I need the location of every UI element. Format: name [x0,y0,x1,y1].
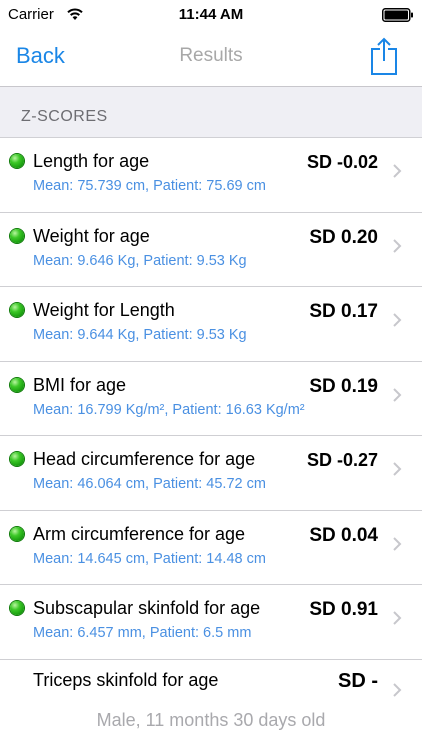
list-item[interactable]: Arm circumference for age Mean: 14.645 c… [0,511,422,585]
list-item[interactable]: Head circumference for age Mean: 46.064 … [0,436,422,511]
chevron-right-icon [393,313,402,327]
patient-summary-text: Male, 11 months 30 days old [96,710,326,730]
status-green-icon [10,377,24,392]
row-title: Length for age [33,151,150,171]
sd-value: SD -0.27 [306,450,378,470]
status-green-icon [10,601,24,615]
row-title: Triceps skinfold for age [33,669,219,690]
status-green-icon [10,526,24,541]
row-subtitle: Mean: 46.064 cm, Patient: 45.72 cm [33,476,266,492]
sd-value: SD 0.20 [309,226,378,248]
row-title: Head circumference for age [33,449,256,469]
chevron-right-icon [393,536,402,551]
section-header-label: Z-SCORES [21,108,108,125]
list-item[interactable]: BMI for age Mean: 16.799 Kg/m², Patient:… [0,362,422,436]
navigation-bar: Back Results [0,30,422,87]
sd-value: SD - [338,669,378,692]
zscore-list: Length for age Mean: 75.739 cm, Patient:… [0,138,422,720]
status-green-icon [10,303,24,317]
chevron-right-icon [393,462,402,476]
status-green-icon [10,154,24,168]
status-bar: Carrier 11:44 AM [0,0,422,30]
status-green-icon [10,228,24,243]
sd-value: SD 0.04 [309,524,378,546]
clock-label: 11:44 AM [178,6,244,23]
chevron-right-icon [393,682,402,697]
section-header: Z-SCORES [0,87,422,138]
list-item[interactable]: Subscapular skinfold for age Mean: 6.457… [0,585,422,660]
chevron-right-icon [393,164,402,178]
sd-value: SD 0.19 [309,375,378,397]
row-subtitle: Mean: 75.739 cm, Patient: 75.69 cm [33,178,266,194]
list-item[interactable]: Weight for Length Mean: 9.644 Kg, Patien… [0,287,422,362]
sd-value: SD 0.91 [309,599,378,620]
chevron-right-icon [393,387,402,402]
row-subtitle: Mean: 6.457 mm, Patient: 6.5 mm [33,625,252,641]
row-title: Subscapular skinfold for age [33,598,261,618]
row-subtitle: Mean: 9.644 Kg, Patient: 9.53 Kg [33,327,247,343]
back-button[interactable]: Back [16,43,65,69]
row-subtitle: Mean: 14.645 cm, Patient: 14.48 cm [33,550,266,567]
chevron-right-icon [393,238,402,253]
share-icon[interactable] [370,36,398,76]
row-title: Arm circumference for age [33,523,246,544]
chevron-right-icon [393,611,402,625]
row-subtitle: Mean: 16.799 Kg/m², Patient: 16.63 Kg/m² [33,401,305,418]
status-green-icon [10,452,24,466]
battery-icon [382,8,413,22]
list-item[interactable]: Weight for age Mean: 9.646 Kg, Patient: … [0,213,422,287]
row-title: BMI for age [33,374,127,395]
row-title: Weight for Length [33,300,175,320]
sd-value: SD 0.17 [309,301,378,322]
row-title: Weight for age [33,225,150,246]
row-subtitle: Mean: 9.646 Kg, Patient: 9.53 Kg [33,252,247,269]
patient-summary: Male, 11 months 30 days old [0,700,422,740]
list-item[interactable]: Length for age Mean: 75.739 cm, Patient:… [0,138,422,213]
sd-value: SD -0.02 [306,152,378,172]
